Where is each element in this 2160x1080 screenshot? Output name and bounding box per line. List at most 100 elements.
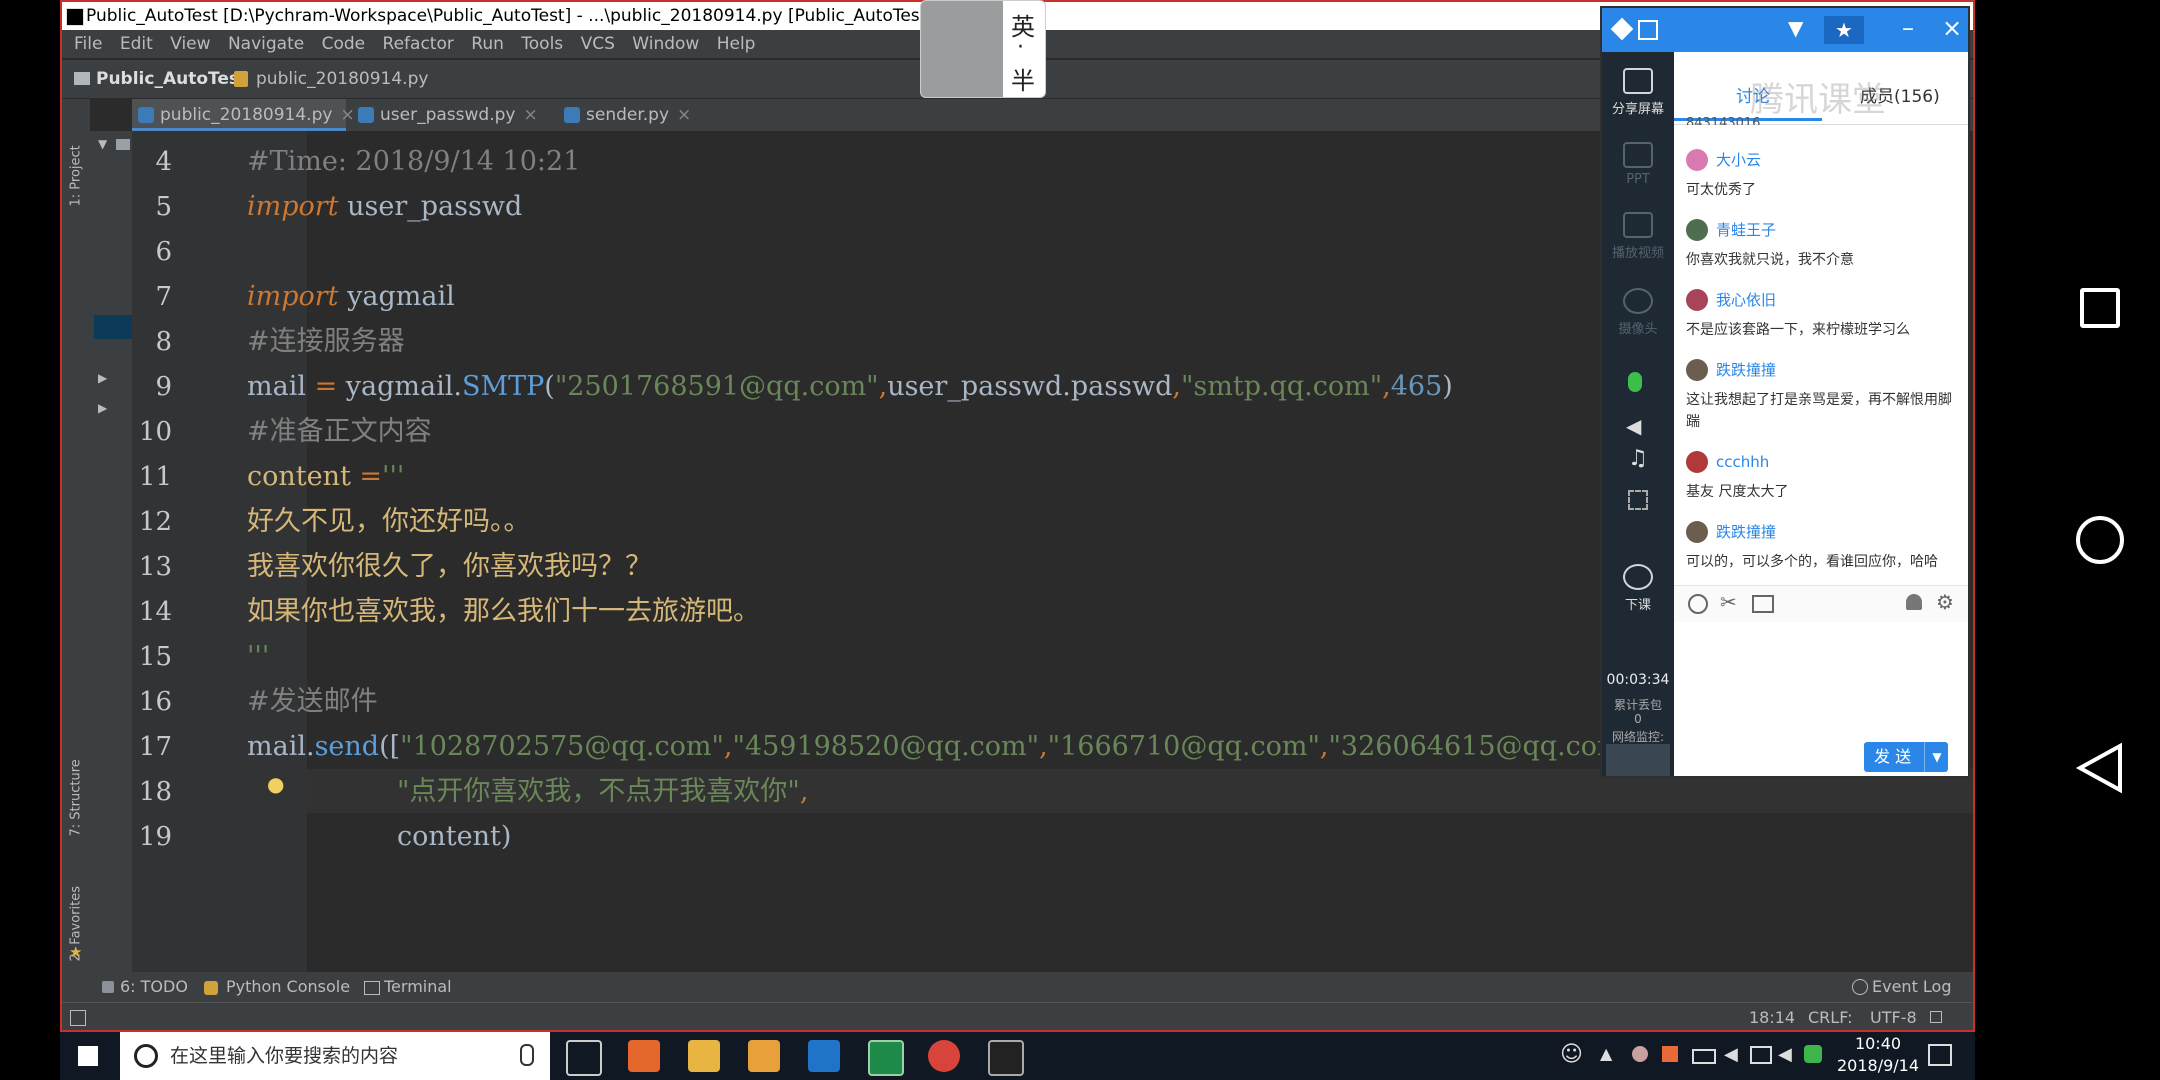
code-line-8: #连接服务器 xyxy=(247,326,405,357)
ime-indicator[interactable]: 英 · 半 xyxy=(920,0,1046,98)
pycharm-icon[interactable] xyxy=(868,1040,904,1076)
tool-project[interactable]: 1: Project xyxy=(62,109,90,209)
message-author[interactable]: 青蛙王子 xyxy=(1716,219,1776,241)
tab-public-20180914[interactable]: public_20180914.py × xyxy=(132,99,355,131)
menu-file[interactable]: File xyxy=(74,30,102,58)
tool-terminal[interactable]: Terminal xyxy=(384,972,452,1002)
file-explorer-icon[interactable] xyxy=(688,1040,720,1072)
tray-icon[interactable] xyxy=(1632,1046,1648,1062)
image-icon[interactable] xyxy=(1752,595,1774,613)
play-video-button[interactable]: 播放视频 xyxy=(1602,212,1674,261)
menu-code[interactable]: Code xyxy=(322,30,366,58)
pin-icon[interactable]: ★ xyxy=(1824,16,1864,44)
caret-position[interactable]: 18:14 xyxy=(1749,1003,1795,1030)
message-author[interactable]: 我心依旧 xyxy=(1716,289,1776,311)
share-out-icon[interactable] xyxy=(1638,20,1658,40)
tool-event-log[interactable]: Event Log xyxy=(1872,972,1952,1002)
android-recents-button[interactable] xyxy=(2080,288,2120,328)
message-author[interactable]: ccchhh xyxy=(1716,451,1769,473)
share-screen-button[interactable]: 分享屏幕 xyxy=(1602,68,1674,117)
tree-collapsed-icon[interactable]: ▶ xyxy=(98,371,107,385)
project-tree-panel[interactable]: ▼ ▶ ▶ xyxy=(90,131,132,972)
microphone-icon[interactable] xyxy=(1628,372,1642,392)
microphone-icon[interactable] xyxy=(520,1044,534,1066)
menu-navigate[interactable]: Navigate xyxy=(228,30,304,58)
menu-window[interactable]: Window xyxy=(632,30,699,58)
taskbar-search-input[interactable]: 在这里输入你要搜索的内容 xyxy=(120,1032,550,1080)
tree-expand-icon[interactable]: ▼ xyxy=(98,137,107,151)
terminal-icon xyxy=(364,981,380,995)
camera-button[interactable]: 摄像头 xyxy=(1602,288,1674,337)
audio-app-icon[interactable] xyxy=(748,1040,780,1072)
clock-time[interactable]: 10:40 xyxy=(1842,1034,1914,1053)
line-number: 15 xyxy=(138,642,172,672)
file-encoding[interactable]: UTF-8 xyxy=(1870,1003,1917,1030)
tray-icon[interactable]: ◀ xyxy=(1778,1044,1792,1065)
message-text: 基友 尺度太大了 xyxy=(1686,484,1789,500)
end-class-button[interactable]: 下课 xyxy=(1602,564,1674,613)
app-logo-icon xyxy=(1610,17,1634,41)
ppt-icon xyxy=(1623,142,1653,168)
tool-python-console[interactable]: Python Console xyxy=(226,972,350,1002)
menu-edit[interactable]: Edit xyxy=(120,30,153,58)
avatar xyxy=(1686,289,1708,311)
layout-icon[interactable] xyxy=(70,1010,86,1026)
people-icon[interactable]: ☺ xyxy=(1560,1042,1583,1067)
menu-vcs[interactable]: VCS xyxy=(581,30,615,58)
tool-structure[interactable]: 7: Structure xyxy=(62,739,90,839)
close-icon[interactable]: × xyxy=(677,105,691,125)
menu-help[interactable]: Help xyxy=(717,30,756,58)
tencent-classroom-panel: ▼ ★ – × 分享屏幕 PPT 播放视频 摄像头 ◀ ♫ 下课 00:03:3… xyxy=(1600,6,1970,778)
menu-run[interactable]: Run xyxy=(471,30,504,58)
ppt-button[interactable]: PPT xyxy=(1602,142,1674,187)
search-placeholder: 在这里输入你要搜索的内容 xyxy=(170,1045,399,1067)
tab-sender[interactable]: sender.py × xyxy=(558,99,718,131)
menu-tools[interactable]: Tools xyxy=(521,30,563,58)
emoji-icon[interactable] xyxy=(1688,594,1708,614)
notification-icon[interactable] xyxy=(1928,1044,1952,1066)
tree-collapsed-icon[interactable]: ▶ xyxy=(98,401,107,415)
volume-icon[interactable]: ◀ xyxy=(1724,1044,1738,1065)
chat-input[interactable] xyxy=(1674,622,1968,732)
battery-icon[interactable] xyxy=(1692,1049,1716,1064)
tray-icon[interactable] xyxy=(1804,1045,1822,1063)
close-icon[interactable]: × xyxy=(523,105,537,125)
speaker-icon[interactable]: ◀ xyxy=(1626,414,1641,438)
chevron-down-icon[interactable]: ▼ xyxy=(1788,16,1803,40)
chevron-down-icon[interactable]: ▼ xyxy=(1924,742,1949,772)
breadcrumb-file[interactable]: public_20180914.py xyxy=(256,60,428,98)
android-home-button[interactable] xyxy=(2076,516,2124,564)
send-button[interactable]: 发 送 ▼ xyxy=(1864,742,1948,772)
breadcrumb-project[interactable]: Public_AutoTest xyxy=(96,60,247,98)
tencent-classroom-icon[interactable] xyxy=(808,1040,840,1072)
gear-icon[interactable]: ⚙ xyxy=(1936,590,1954,614)
menu-refactor[interactable]: Refactor xyxy=(383,30,454,58)
close-icon[interactable]: × xyxy=(1942,14,1962,42)
network-icon[interactable] xyxy=(1750,1046,1772,1064)
tool-todo[interactable]: 6: TODO xyxy=(120,972,188,1002)
chevron-up-icon[interactable]: ▲ xyxy=(1600,1044,1612,1063)
line-separator[interactable]: CRLF: xyxy=(1808,1003,1853,1030)
task-view-icon[interactable] xyxy=(566,1040,602,1076)
windows-start-icon[interactable] xyxy=(78,1046,98,1066)
tray-icon[interactable] xyxy=(1662,1046,1678,1062)
scissors-icon[interactable]: ✂ xyxy=(1720,590,1737,614)
terminal-icon[interactable] xyxy=(988,1040,1024,1076)
tab-user-passwd[interactable]: user_passwd.py × xyxy=(352,99,552,131)
chrome-icon[interactable] xyxy=(928,1040,960,1072)
camera-icon xyxy=(1623,288,1653,314)
wps-presentation-icon[interactable] xyxy=(628,1040,660,1072)
minimize-icon[interactable]: – xyxy=(1902,14,1914,42)
chat-messages[interactable]: 大小云 可太优秀了 青蛙王子 你喜欢我就只说，我不介意 我心依旧 不是应该套路一… xyxy=(1674,125,1968,585)
fullscreen-icon[interactable] xyxy=(1628,490,1648,510)
menu-view[interactable]: View xyxy=(170,30,210,58)
user-settings-icon[interactable] xyxy=(1906,594,1922,610)
message-author[interactable]: 大小云 xyxy=(1716,149,1761,171)
message-author[interactable]: 跌跌撞撞 xyxy=(1716,521,1776,543)
clock-date[interactable]: 2018/9/14 xyxy=(1830,1056,1926,1075)
message-author[interactable]: 跌跌撞撞 xyxy=(1716,359,1776,381)
lightbulb-icon[interactable]: ● xyxy=(267,772,284,796)
music-icon[interactable]: ♫ xyxy=(1628,446,1648,471)
lock-icon[interactable] xyxy=(1930,1011,1942,1023)
android-back-button[interactable] xyxy=(2076,742,2124,794)
